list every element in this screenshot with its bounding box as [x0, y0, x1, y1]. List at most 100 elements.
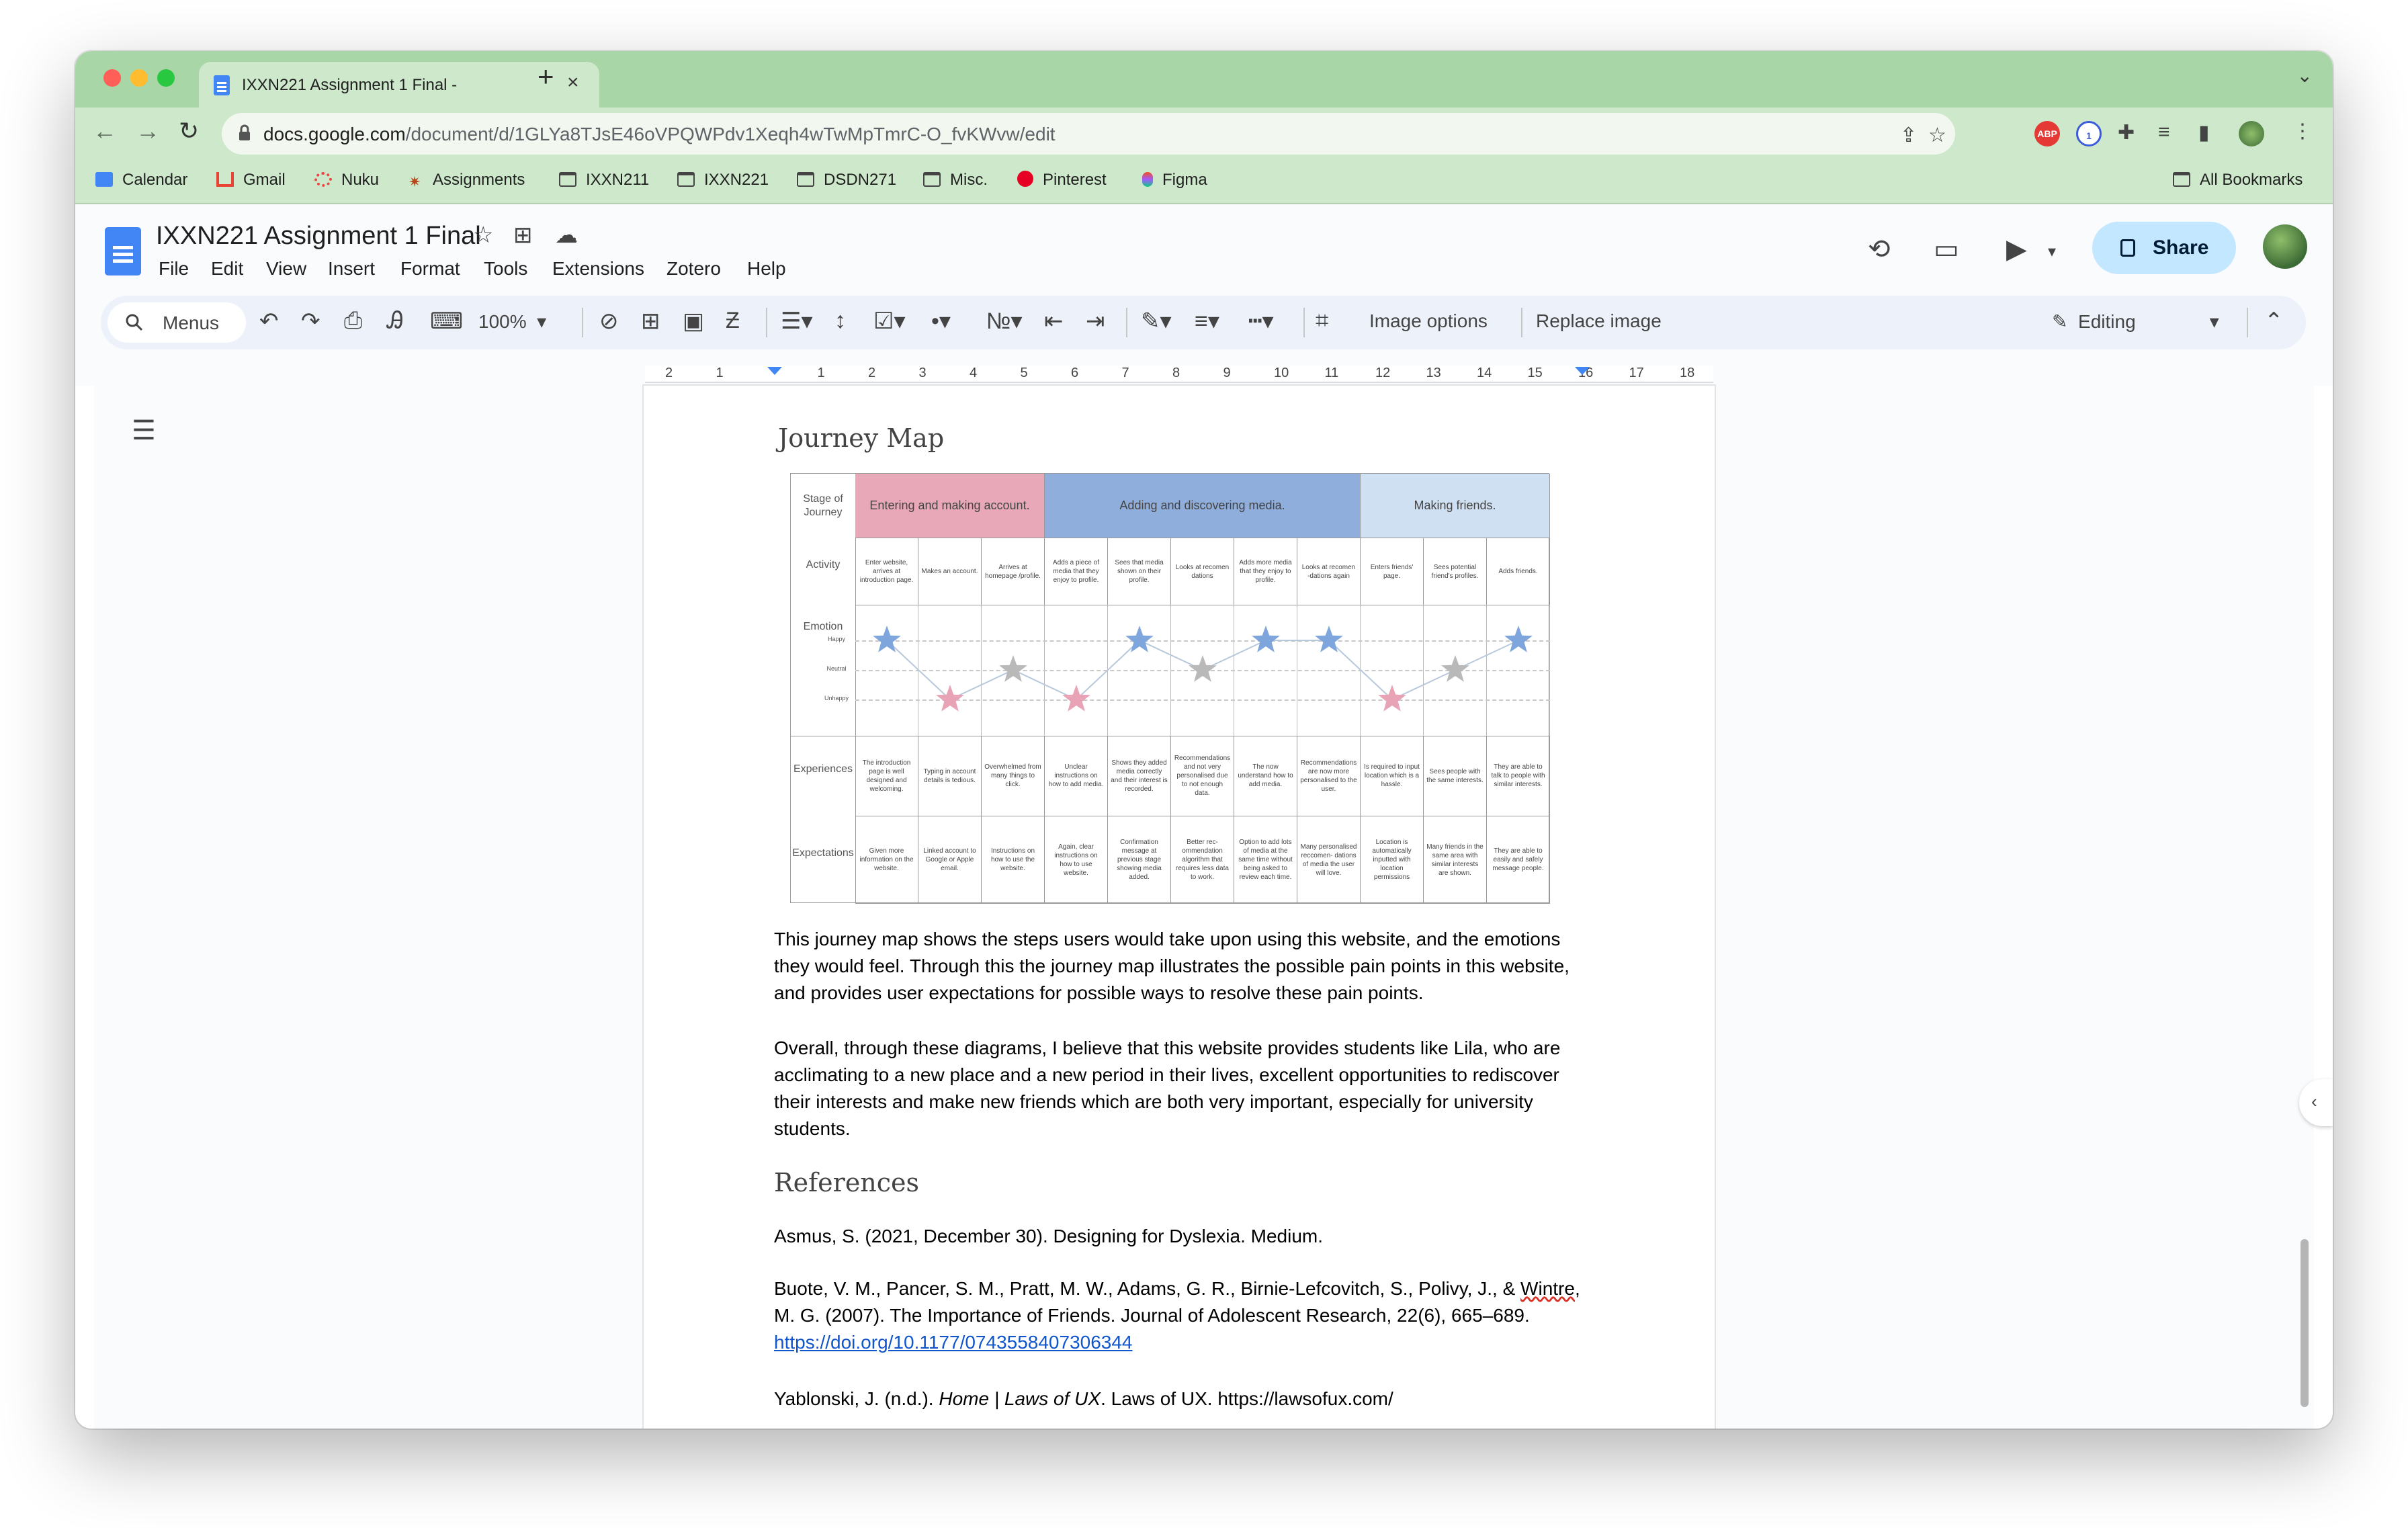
collapse-toolbar-icon[interactable]: ⌃: [2264, 308, 2284, 335]
bookmark-nuku[interactable]: Nuku: [314, 171, 379, 189]
menu-edit[interactable]: Edit: [211, 258, 243, 280]
emotion-star-icon: [1378, 685, 1406, 712]
bookmark-calendar[interactable]: Calendar: [95, 171, 187, 189]
spellcheck-icon[interactable]: Ꭿ: [387, 308, 404, 334]
bookmark-figma[interactable]: Figma: [1142, 171, 1207, 189]
bookmark-assignments[interactable]: ✷ Assignments: [408, 171, 525, 190]
vertical-scrollbar[interactable]: [2300, 1239, 2309, 1407]
menu-file[interactable]: File: [159, 258, 189, 280]
new-tab-button[interactable]: +: [538, 60, 554, 93]
border-color-icon[interactable]: ✎▾: [1141, 308, 1172, 335]
calendar-icon: [95, 172, 113, 187]
align-left-icon[interactable]: ☰▾: [781, 308, 813, 335]
decrease-indent-icon[interactable]: ⇤: [1044, 308, 1064, 335]
close-window-button[interactable]: [103, 69, 121, 87]
media-queue-icon[interactable]: ≡: [2158, 121, 2170, 144]
ruler-number: 10: [1274, 366, 1289, 380]
image-options-button[interactable]: Image options: [1369, 310, 1488, 332]
emotion-star-icon: [873, 626, 901, 652]
close-tab-icon[interactable]: ×: [567, 71, 579, 94]
menu-extensions[interactable]: Extensions: [552, 258, 644, 280]
journey-map-image[interactable]: Stage of Journey Activity Emotion Experienc…: [790, 473, 1550, 904]
profile-avatar[interactable]: [2239, 121, 2264, 146]
menu-insert[interactable]: Insert: [328, 258, 375, 280]
star-icon[interactable]: ☆: [473, 222, 493, 249]
share-button[interactable]: Share: [2092, 222, 2236, 274]
increase-indent-icon[interactable]: ⇥: [1086, 308, 1105, 335]
gmail-icon: [216, 172, 234, 187]
insert-link-icon[interactable]: ⊘: [599, 308, 619, 335]
version-history-icon[interactable]: ⟲: [1868, 234, 1891, 265]
docs-logo-icon[interactable]: [105, 227, 141, 275]
all-bookmarks[interactable]: All Bookmarks: [2173, 171, 2303, 189]
bookmark-pinterest[interactable]: Pinterest: [1017, 171, 1107, 189]
paint-format-icon[interactable]: ⌨: [430, 308, 463, 335]
figma-icon: [1142, 172, 1153, 187]
minimize-window-button[interactable]: [130, 69, 148, 87]
border-dash-icon[interactable]: ┅▾: [1248, 308, 1274, 335]
document-title[interactable]: IXXN221 Assignment 1 Final: [156, 222, 481, 251]
numbered-list-icon[interactable]: №▾: [986, 308, 1023, 335]
bookmark-ixxn211[interactable]: IXXN211: [559, 171, 649, 189]
menu-format[interactable]: Format: [400, 258, 460, 280]
ruler-number: 1: [817, 366, 825, 380]
ruler-number: 12: [1375, 366, 1391, 380]
border-weight-icon[interactable]: ≡▾: [1195, 308, 1219, 335]
side-panel-icon[interactable]: ▮: [2198, 121, 2210, 144]
paragraph-overall: Overall, through these diagrams, I belie…: [774, 1037, 1561, 1139]
reload-icon[interactable]: ↻: [179, 117, 199, 145]
adblock-extension-icon[interactable]: ABP: [2034, 121, 2060, 146]
heading-journey-map: Journey Map: [778, 423, 945, 453]
menu-help[interactable]: Help: [747, 258, 786, 280]
browser-menu-icon[interactable]: ⋮: [2292, 120, 2313, 143]
bookmarks-bar: Calendar Gmail Nuku ✷ Assignments IXXN211…: [75, 160, 2333, 204]
tab-search-chevron-icon[interactable]: ⌄: [2297, 65, 2313, 87]
doi-link[interactable]: https://doi.org/10.1177/0743558407306344: [774, 1332, 1133, 1353]
bookmark-misc[interactable]: Misc.: [923, 171, 988, 189]
nuku-icon: [314, 172, 332, 187]
menu-tools[interactable]: Tools: [484, 258, 527, 280]
zoom-window-button[interactable]: [157, 69, 175, 87]
redo-icon[interactable]: ↷: [301, 308, 320, 335]
lock-icon: [239, 124, 250, 140]
share-page-icon[interactable]: ⇪: [1900, 124, 1917, 147]
back-arrow-icon[interactable]: ←: [93, 117, 117, 145]
editing-mode-select[interactable]: ✎ Editing ▾: [2052, 310, 2219, 333]
password-manager-icon[interactable]: 1: [2076, 121, 2102, 146]
menu-zotero[interactable]: Zotero: [666, 258, 721, 280]
search-icon: [126, 314, 143, 331]
horizontal-ruler[interactable]: 2 1 1 2 3 4 5 6 7 8 9 10 11 12 13 14 15 16 17 18: [75, 363, 2333, 386]
zotero-icon[interactable]: Ƶ: [726, 308, 740, 334]
address-bar[interactable]: docs.google.com/document/d/1GLYa8TJsE46o…: [222, 113, 1955, 155]
bookmark-ixxn221[interactable]: IXXN221: [677, 171, 769, 189]
bookmark-gmail[interactable]: Gmail: [216, 171, 286, 189]
account-avatar[interactable]: [2263, 224, 2307, 269]
cloud-saved-icon[interactable]: ☁: [555, 222, 578, 249]
meet-camera-icon[interactable]: ▶︎: [2006, 234, 2027, 265]
checklist-icon[interactable]: ☑▾: [873, 308, 906, 335]
comments-icon[interactable]: ▭: [1934, 234, 1959, 265]
chevron-down-icon[interactable]: ▾: [2048, 242, 2056, 261]
extensions-puzzle-icon[interactable]: ✚: [2118, 121, 2135, 144]
add-comment-icon[interactable]: ⊞: [641, 308, 660, 335]
insert-image-icon[interactable]: ▣: [683, 308, 704, 335]
emotion-star-icon: [999, 655, 1027, 682]
bookmark-dsdn271[interactable]: DSDN271: [797, 171, 896, 189]
outline-list-icon[interactable]: ☰: [132, 415, 156, 446]
forward-arrow-icon[interactable]: →: [136, 117, 160, 145]
reference-buote: Buote, V. M., Pancer, S. M., Pratt, M. W…: [774, 1278, 1580, 1353]
menu-view[interactable]: View: [266, 258, 306, 280]
zoom-select[interactable]: 100% ▾: [478, 310, 546, 333]
ruler-number: 2: [665, 366, 673, 380]
print-icon[interactable]: ⎙: [344, 308, 362, 334]
docs-toolbar: Menus ↶ ↷ ⎙ Ꭿ ⌨ 100% ▾ ⊘ ⊞ ▣ Ƶ ☰▾ ↕ ☑▾ •…: [101, 296, 2306, 349]
undo-icon[interactable]: ↶: [259, 308, 279, 335]
move-folder-icon[interactable]: ⊞: [513, 222, 533, 249]
bulleted-list-icon[interactable]: •▾: [931, 308, 951, 335]
replace-image-button[interactable]: Replace image: [1536, 310, 1662, 332]
crop-icon[interactable]: ⌗: [1316, 308, 1328, 334]
search-menus-input[interactable]: Menus: [108, 302, 246, 343]
bookmark-star-icon[interactable]: ☆: [1928, 124, 1946, 147]
document-page[interactable]: Journey Map Stage of Journey Activity Emot…: [644, 386, 1715, 1429]
line-spacing-icon[interactable]: ↕: [834, 308, 846, 334]
